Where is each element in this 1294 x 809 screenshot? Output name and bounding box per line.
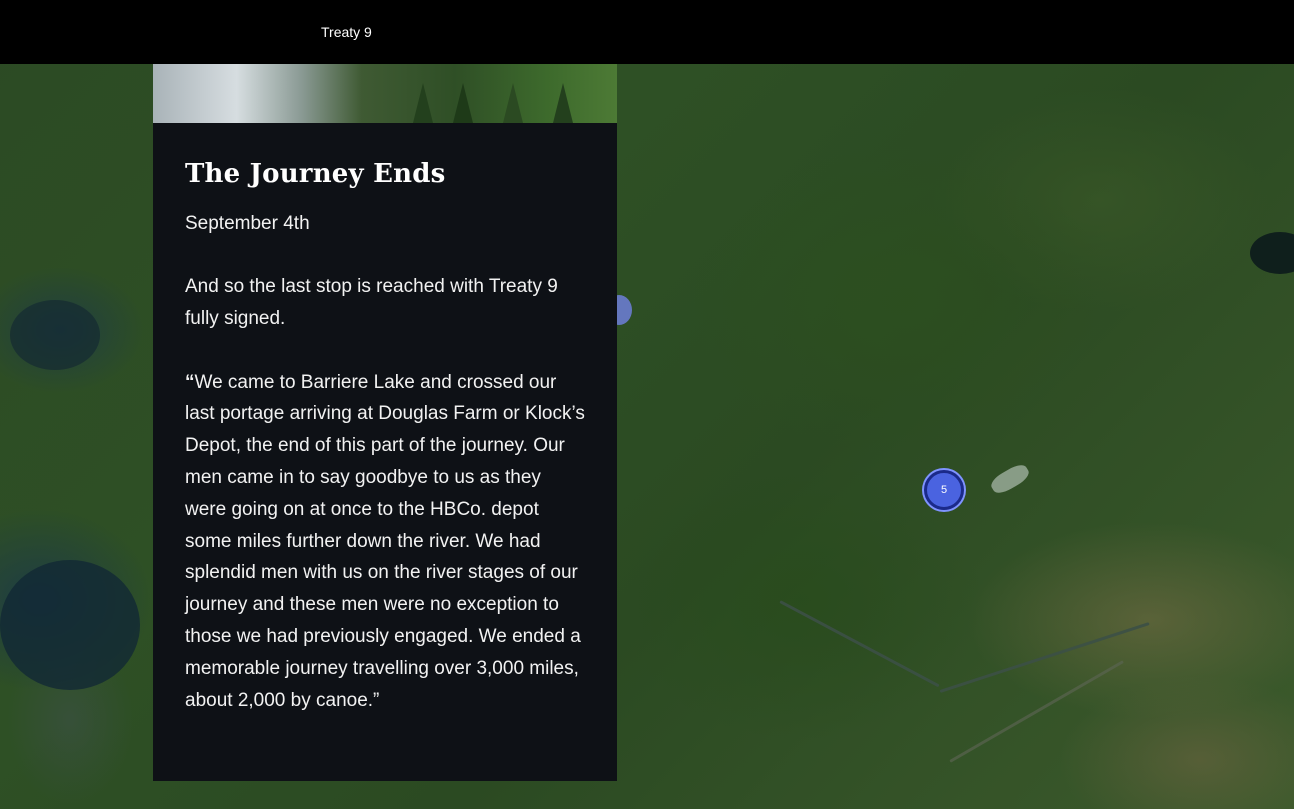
tree-shape <box>553 83 573 123</box>
cluster-count: 5 <box>940 484 948 496</box>
map-lake <box>10 300 100 370</box>
map-lake <box>0 560 140 690</box>
panel-title: The Journey Ends <box>185 159 446 189</box>
panel-header-image <box>153 64 617 123</box>
top-bar: Treaty 9 <box>0 0 1294 64</box>
map-river <box>939 622 1150 693</box>
story-title: Treaty 9 <box>321 24 372 40</box>
tree-shape <box>503 83 523 123</box>
tree-shape <box>413 83 433 123</box>
quote-mark: “ <box>185 371 195 393</box>
panel-date: September 4th <box>185 213 310 234</box>
tree-shape <box>453 83 473 123</box>
story-panel[interactable]: The Journey Ends September 4th And so th… <box>153 123 617 781</box>
panel-quote: “We came to Barriere Lake and crossed ou… <box>185 367 585 717</box>
map-cloud <box>988 461 1032 497</box>
map-cluster-marker[interactable]: 5 <box>924 470 964 510</box>
quote-text: We came to Barriere Lake and crossed our… <box>185 371 585 711</box>
map-lake <box>1250 232 1294 274</box>
map-river <box>779 600 940 688</box>
panel-paragraph: And so the last stop is reached with Tre… <box>185 276 558 329</box>
map-river <box>949 660 1124 763</box>
